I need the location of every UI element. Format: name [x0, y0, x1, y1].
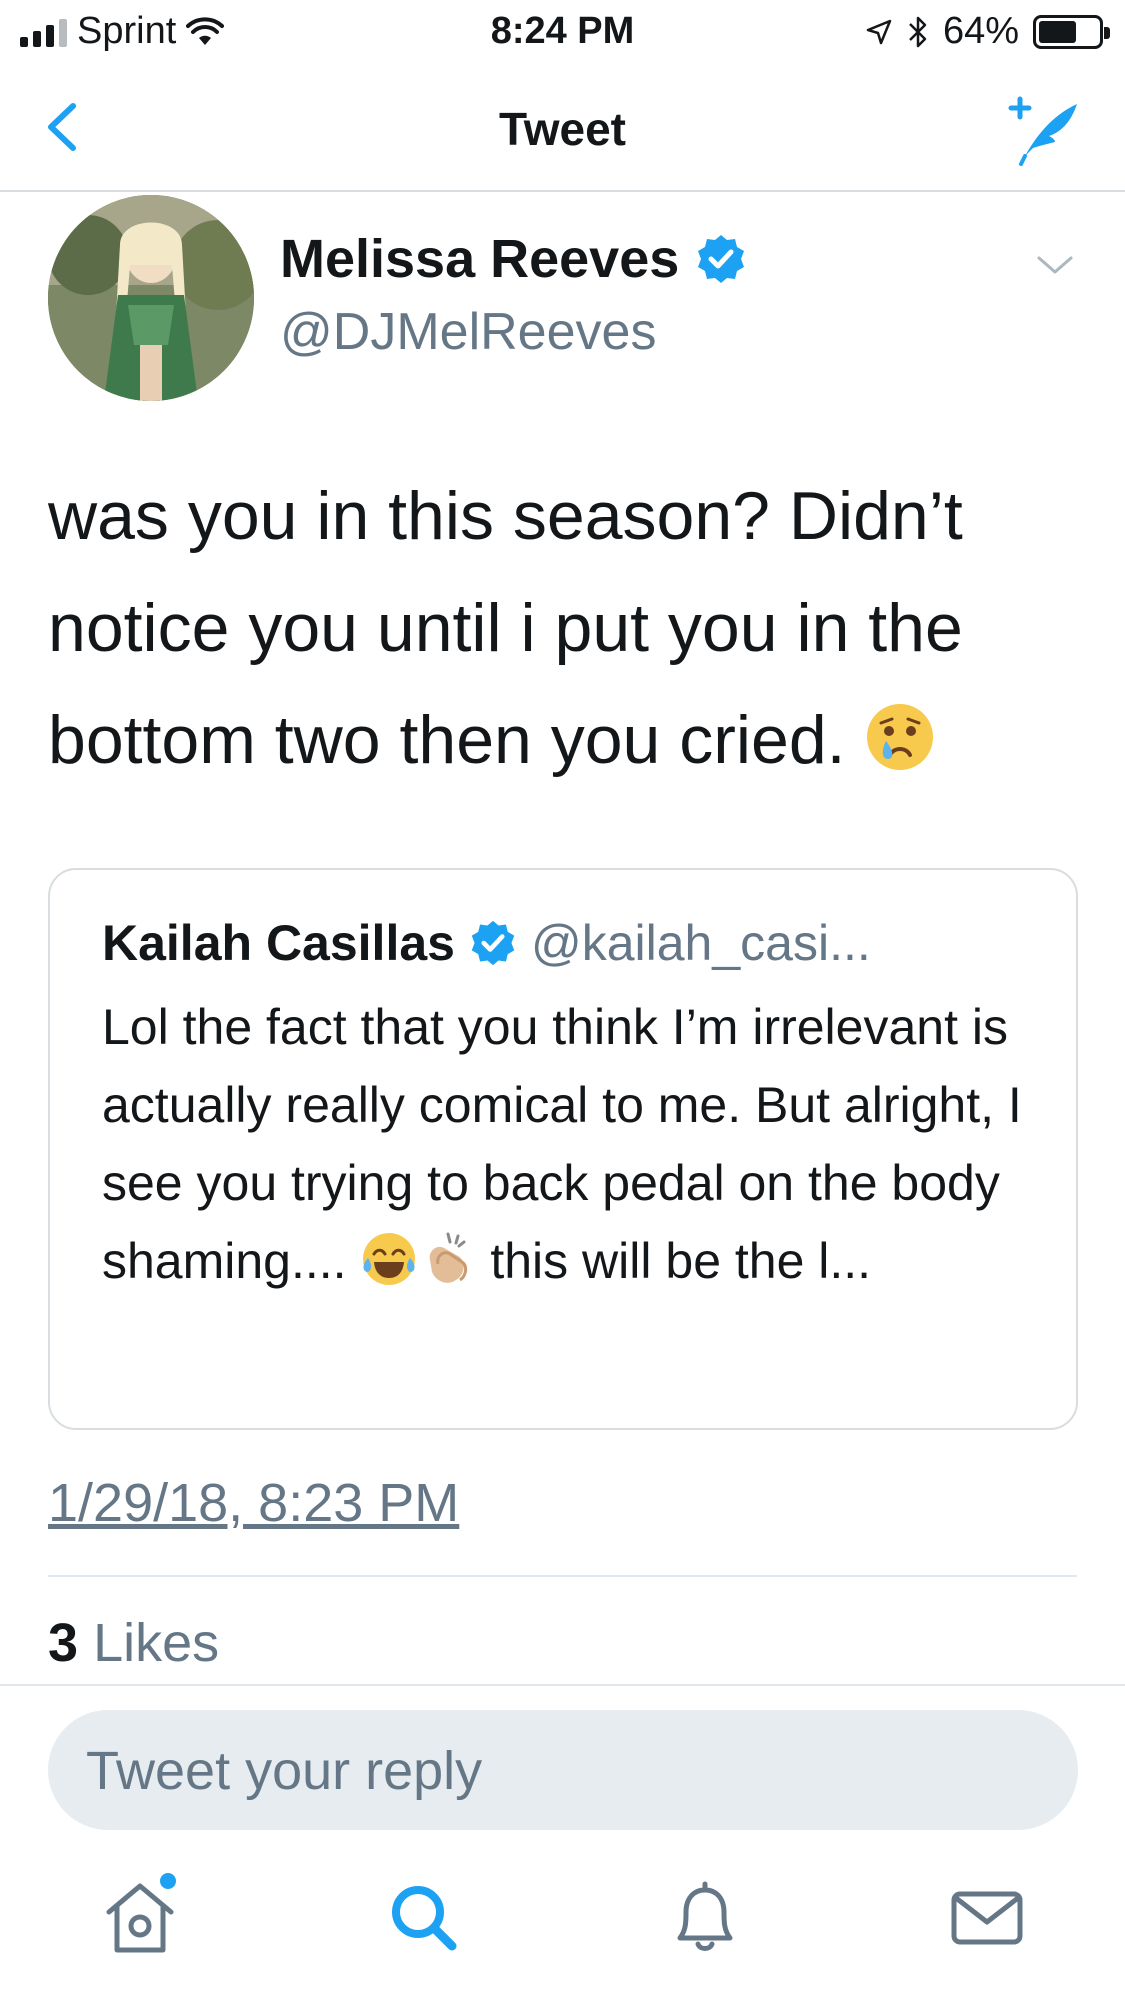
- likes-label: Likes: [93, 1613, 220, 1673]
- tab-notifications[interactable]: [660, 1872, 750, 1962]
- quoted-tweet-text-after: this will be the l...: [476, 1233, 872, 1289]
- author-avatar[interactable]: [48, 195, 254, 401]
- new-content-dot: [157, 1870, 179, 1892]
- avatar-image: [48, 195, 254, 401]
- quoted-author-handle: @kailah_casi...: [530, 915, 871, 971]
- divider: [48, 1575, 1077, 1577]
- tears-of-joy-emoji-icon: [363, 1233, 416, 1285]
- clapping-hands-emoji-icon: [430, 1232, 468, 1283]
- divider: [0, 1684, 1125, 1686]
- likes-count[interactable]: 3 Likes: [48, 1612, 219, 1674]
- likes-number: 3: [48, 1613, 79, 1673]
- battery-percent: 64%: [942, 10, 1019, 52]
- quoted-tweet-text: Lol the fact that you think I’m irreleva…: [102, 988, 1042, 1300]
- author-name-row: Melissa Reeves: [280, 228, 747, 290]
- reply-placeholder: Tweet your reply: [86, 1741, 483, 1801]
- author-handle[interactable]: @DJMelReeves: [280, 302, 656, 362]
- page-title: Tweet: [499, 103, 626, 155]
- notifications-icon: [677, 1881, 733, 1951]
- tab-bar: [0, 1850, 1125, 2001]
- chevron-down-icon[interactable]: [1035, 250, 1075, 280]
- compose-tweet-icon[interactable]: [1005, 90, 1085, 166]
- tweet-timestamp[interactable]: 1/29/18, 8:23 PM: [48, 1472, 459, 1534]
- location-arrow-icon: [866, 19, 892, 44]
- tab-messages[interactable]: [942, 1872, 1032, 1962]
- battery-icon: [1033, 14, 1110, 49]
- tab-search[interactable]: [378, 1872, 468, 1962]
- verified-badge-icon: [471, 920, 515, 966]
- tweet-text-content: was you in this season? Didn’t notice yo…: [48, 478, 963, 778]
- quoted-author-name: Kailah Casillas: [102, 915, 455, 971]
- quoted-tweet-header: Kailah Casillas @kailah_casi...: [102, 914, 871, 972]
- search-icon: [392, 1886, 457, 1951]
- bluetooth-icon: [909, 16, 927, 47]
- status-right: 64%: [865, 10, 1110, 53]
- verified-badge-icon: [698, 235, 745, 283]
- reply-input[interactable]: Tweet your reply: [48, 1710, 1078, 1830]
- tweet-text: was you in this season? Didn’t notice yo…: [48, 460, 1078, 796]
- author-name[interactable]: Melissa Reeves: [280, 228, 679, 290]
- status-bar: Sprint 8:24 PM 64%: [0, 0, 1125, 62]
- nav-bar: Tweet: [0, 62, 1125, 192]
- quoted-tweet-card[interactable]: Kailah Casillas @kailah_casi... Lol the …: [48, 868, 1078, 1430]
- crying-face-emoji-icon: [867, 704, 934, 770]
- tab-home[interactable]: [95, 1870, 185, 1962]
- messages-icon: [951, 1891, 1023, 1945]
- battery-fill: [1039, 20, 1076, 43]
